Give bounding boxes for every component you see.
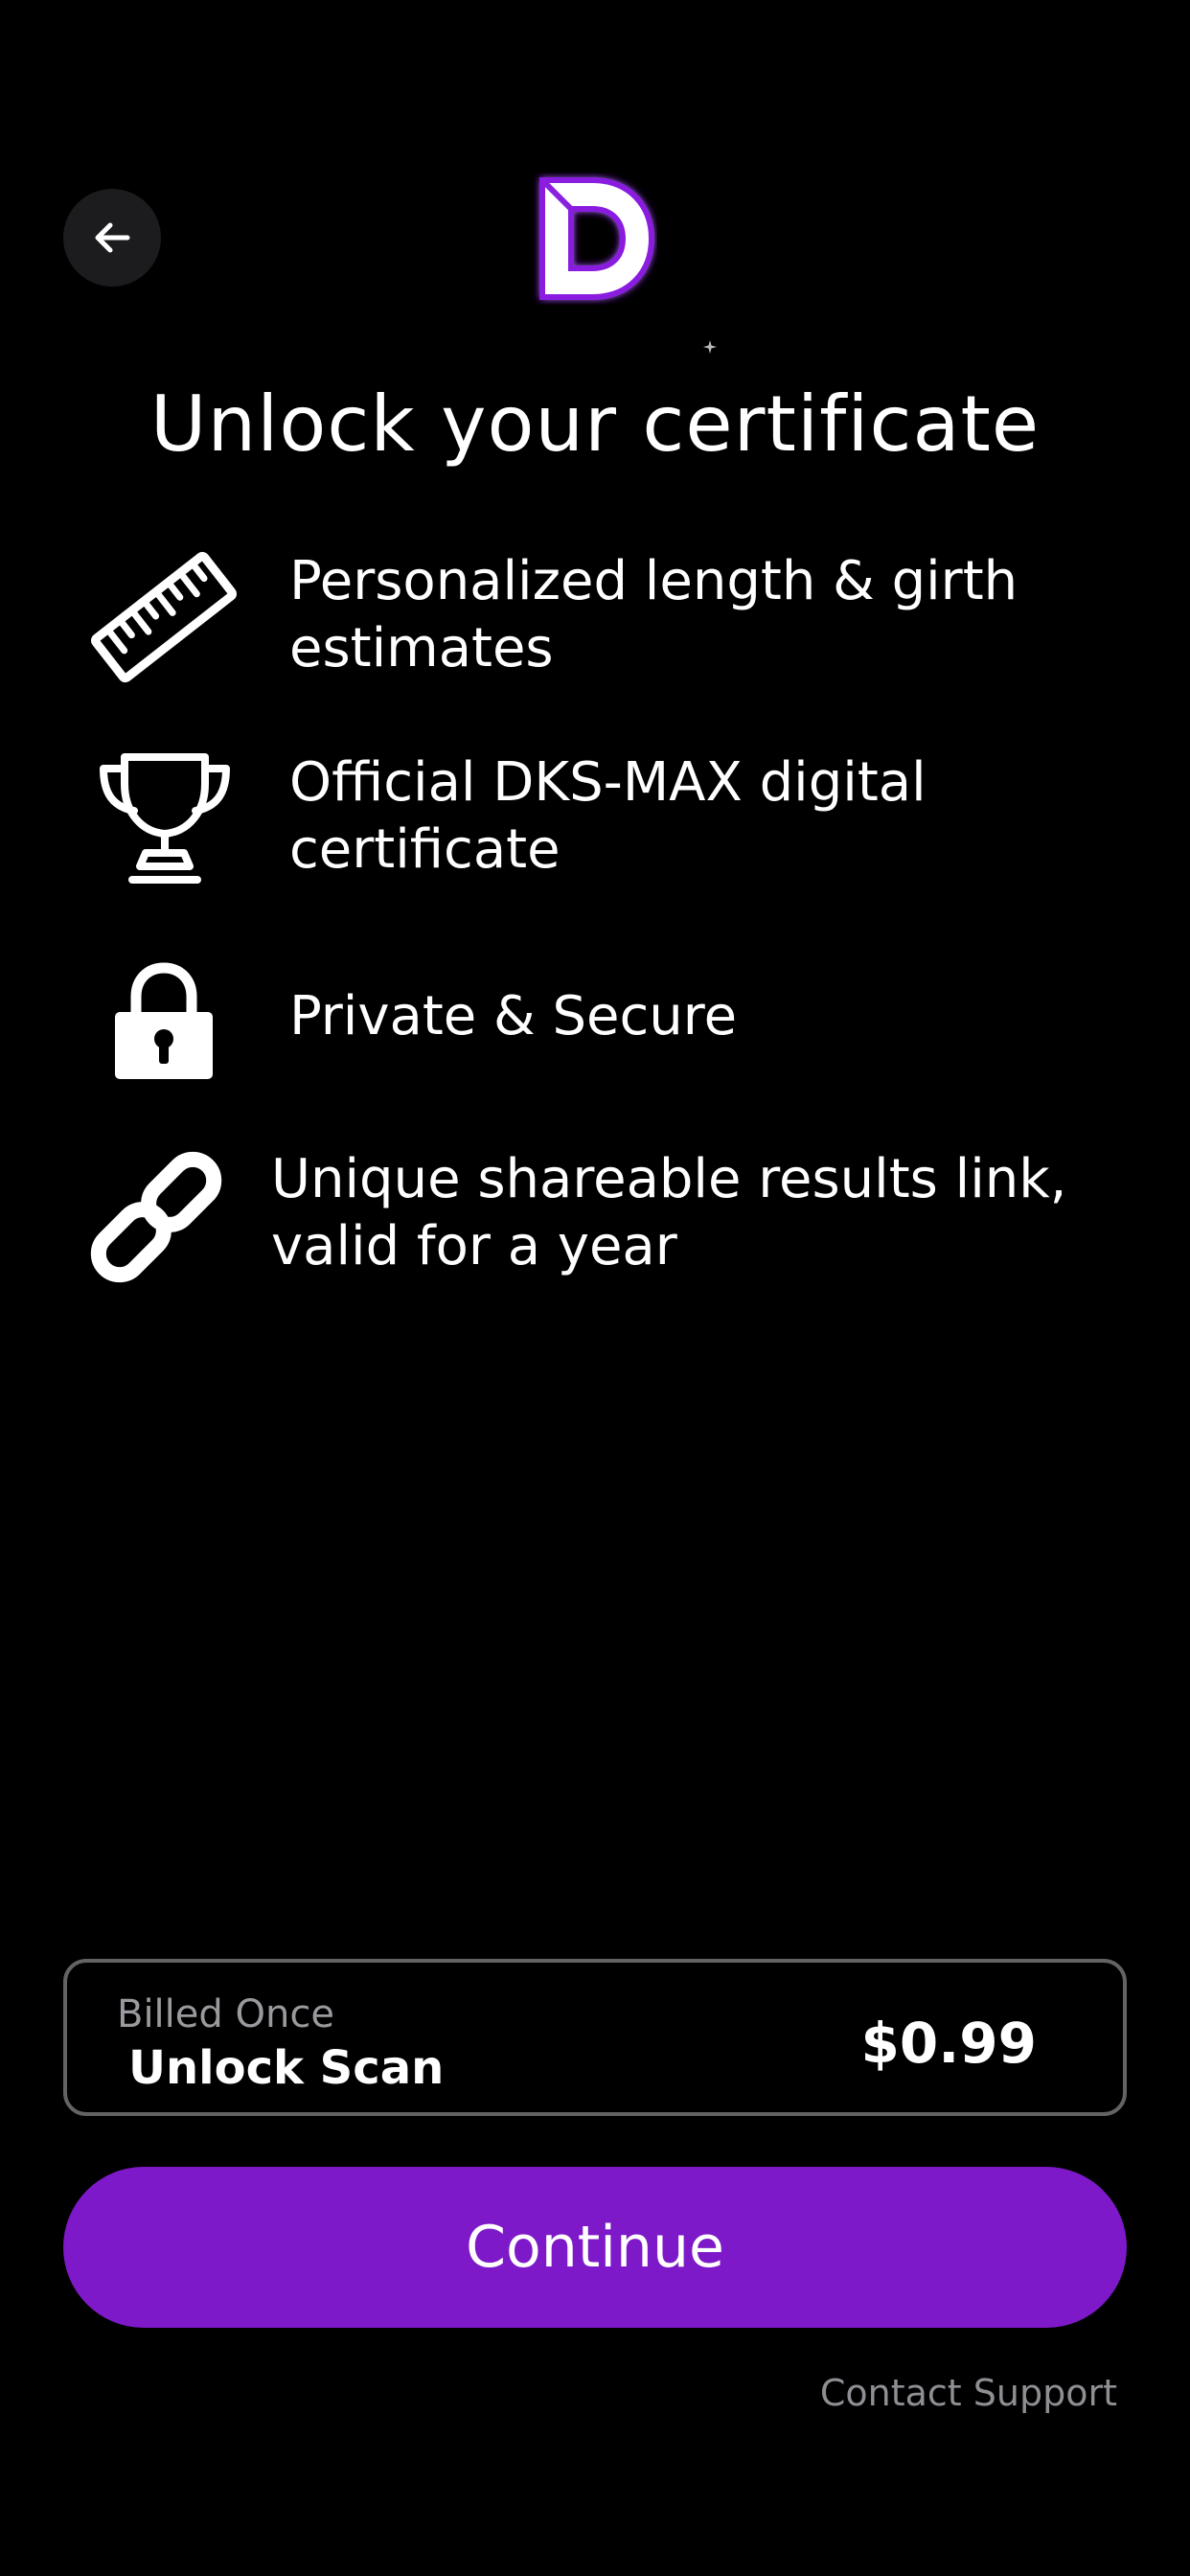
feature-text: Personalized length & girth estimates [289,550,1018,679]
trophy-icon [100,753,230,884]
feature-text: Unique shareable results link, valid for… [271,1148,1067,1277]
link-icon [90,1151,222,1283]
arrow-left-icon [95,222,130,253]
d-logo-icon [539,177,655,300]
plan-name: Unlock Scan [128,2041,445,2095]
lock-icon [115,962,213,1079]
feature-text: Official DKS-MAX digital certificate [289,751,927,881]
plan-price: $0.99 [860,2011,1037,2076]
feature-text: Private & Secure [289,985,738,1047]
back-button[interactable] [63,189,161,287]
page-title: Unlock your certificate [149,380,1041,469]
ruler-icon [90,551,238,683]
sparkle-icon [703,340,717,354]
continue-button[interactable]: Continue [63,2167,1127,2328]
plan-billing-label: Billed Once [117,1992,334,2036]
plan-option-unlock-scan[interactable]: Billed Once Unlock Scan $0.99 [63,1959,1127,2116]
contact-support-link[interactable]: Contact Support [820,2371,1117,2415]
